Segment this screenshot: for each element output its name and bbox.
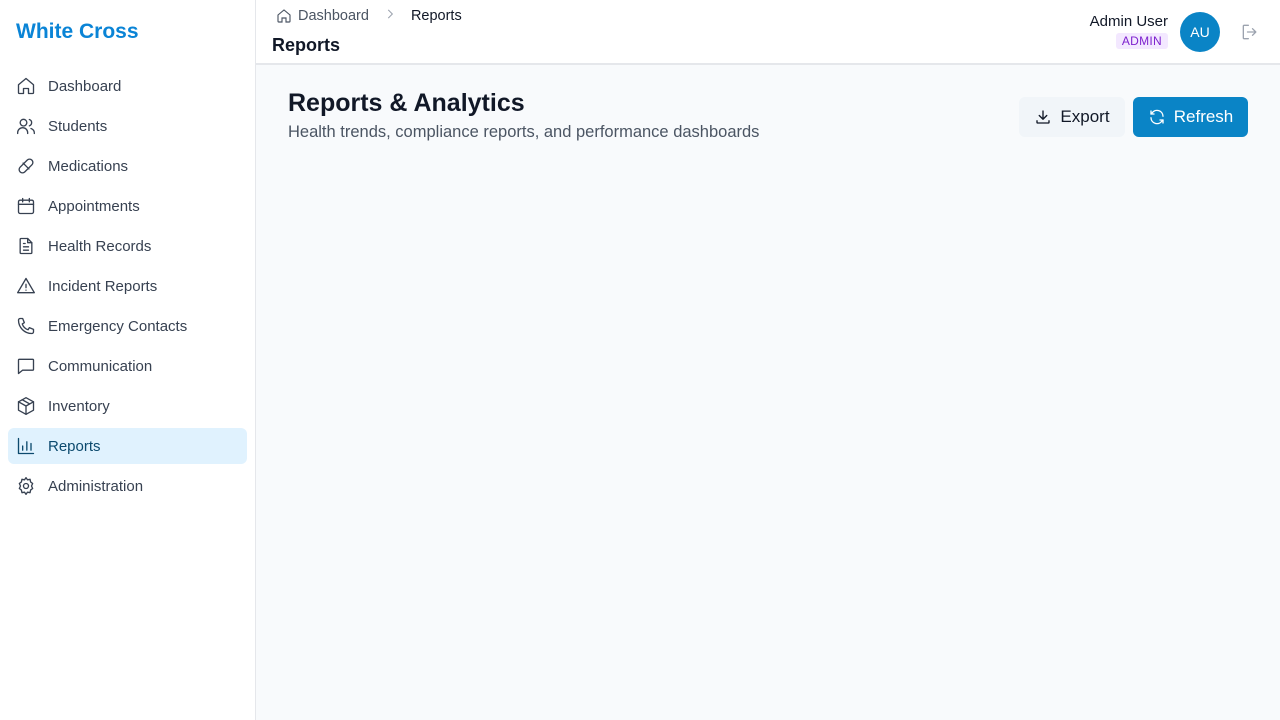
sidebar-item-label: Reports (48, 437, 101, 455)
breadcrumb: Dashboard Reports (276, 6, 462, 26)
main-content: Reports & Analytics Health trends, compl… (256, 65, 1280, 720)
calendar-icon (16, 196, 36, 216)
sidebar-item-label: Incident Reports (48, 277, 158, 295)
download-icon (1036, 110, 1051, 124)
sidebar-item-label: Inventory (48, 397, 110, 415)
user-name: Admin User (1089, 13, 1168, 30)
sidebar-item-label: Administration (48, 477, 144, 495)
sidebar-item-label: Appointments (48, 197, 140, 215)
sidebar-item-incident-reports[interactable]: Incident Reports (8, 268, 247, 304)
sidebar-item-label: Emergency Contacts (48, 317, 188, 335)
sidebar-item-appointments[interactable]: Appointments (8, 188, 247, 224)
header-title: Reports (272, 35, 341, 55)
user-info: Admin User ADMIN (1090, 13, 1168, 50)
package-icon (16, 396, 36, 416)
logout-icon[interactable] (1240, 22, 1260, 42)
message-square-icon (16, 356, 36, 376)
refresh-icon (1150, 109, 1164, 125)
sidebar-item-label: Medications (48, 157, 129, 175)
app-root: White Cross Dashboard Students Medicatio… (0, 0, 1280, 720)
page-subtitle: Health trends, compliance reports, and p… (288, 123, 760, 141)
sidebar-item-inventory[interactable]: Inventory (8, 388, 247, 424)
sidebar-item-emergency-contacts[interactable]: Emergency Contacts (8, 308, 247, 344)
bar-chart-icon (16, 436, 36, 456)
sidebar-item-communication[interactable]: Communication (8, 348, 247, 384)
refresh-button[interactable]: Refresh (1133, 97, 1248, 137)
pill-icon (16, 156, 36, 176)
role-badge: ADMIN (1115, 33, 1168, 49)
brand-logo[interactable]: White Cross (16, 20, 139, 44)
users-icon (16, 116, 36, 136)
sidebar-item-label: Dashboard (48, 77, 122, 95)
phone-icon (16, 316, 36, 336)
breadcrumb-current: Reports (410, 8, 462, 24)
sidebar-item-administration[interactable]: Administration (8, 468, 247, 504)
sidebar-item-label: Health Records (48, 237, 152, 255)
breadcrumb-home-label: Dashboard (298, 8, 369, 24)
chevron-right-icon (369, 7, 411, 25)
sidebar-item-label: Communication (48, 357, 153, 375)
home-icon (16, 76, 36, 96)
home-icon (277, 9, 291, 23)
gear-icon (16, 476, 36, 496)
top-header: Dashboard Reports Reports Admin User ADM… (256, 0, 1280, 65)
export-button-label: Export (1060, 107, 1110, 126)
page-title: Reports & Analytics (288, 89, 525, 117)
export-button[interactable]: Export (1019, 97, 1125, 137)
sidebar-item-reports[interactable]: Reports (8, 428, 247, 464)
sidebar: White Cross Dashboard Students Medicatio… (0, 0, 256, 720)
breadcrumb-home-link[interactable]: Dashboard (276, 8, 369, 24)
alert-triangle-icon (16, 276, 36, 296)
sidebar-item-students[interactable]: Students (8, 108, 247, 144)
sidebar-item-label: Students (48, 117, 108, 135)
file-text-icon (16, 236, 36, 256)
sidebar-nav: Dashboard Students Medications Appointme… (8, 68, 247, 508)
avatar[interactable]: AU (1180, 12, 1220, 52)
refresh-button-label: Refresh (1173, 107, 1234, 126)
sidebar-item-health-records[interactable]: Health Records (8, 228, 247, 264)
sidebar-item-dashboard[interactable]: Dashboard (8, 68, 247, 104)
sidebar-item-medications[interactable]: Medications (8, 148, 247, 184)
